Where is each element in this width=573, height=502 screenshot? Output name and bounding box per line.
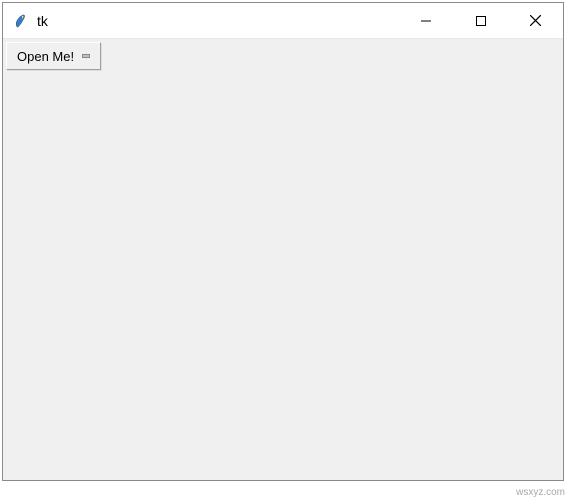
maximize-button[interactable]: [453, 3, 508, 38]
content-area: Open Me!: [3, 39, 563, 480]
window-controls: [398, 3, 563, 38]
app-icon: [13, 13, 29, 29]
dropdown-indicator-icon: [82, 54, 90, 58]
titlebar: tk: [3, 3, 563, 39]
minimize-button[interactable]: [398, 3, 453, 38]
menubutton-label: Open Me!: [17, 49, 74, 64]
watermark-text: wsxyz.com: [516, 487, 565, 498]
close-button[interactable]: [508, 3, 563, 38]
window-title: tk: [37, 13, 398, 29]
open-me-menubutton[interactable]: Open Me!: [6, 42, 101, 70]
application-window: tk Open Me!: [2, 2, 564, 481]
